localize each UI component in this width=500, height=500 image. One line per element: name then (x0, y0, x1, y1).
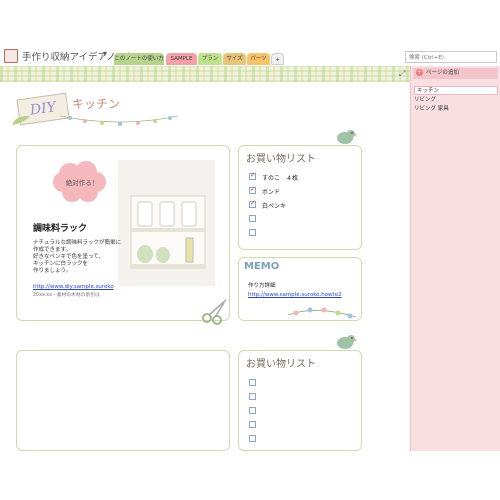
description-line: 作りましょう。 (33, 268, 72, 274)
page-list-pane (410, 66, 500, 451)
idea-card-empty (16, 350, 230, 451)
shopping-checkbox[interactable] (249, 379, 256, 386)
memo-title: MEMO (244, 261, 280, 272)
notebook-icon (4, 49, 18, 63)
item-note: 20xx.xx - 素材の木材の割引は (33, 293, 100, 298)
page-header-pattern (0, 66, 410, 82)
tab-size[interactable]: サイズ (223, 53, 246, 65)
bird-icon (337, 130, 358, 144)
memo-subtitle: 作り方詳細 (248, 283, 276, 289)
tab-parts[interactable]: パーツ (247, 53, 270, 65)
shopping-item-label: すのこ ４枚 (262, 175, 299, 182)
tab-how-to-use[interactable]: このノートの使い方 (114, 53, 164, 65)
shopping-checkbox[interactable] (249, 185, 256, 194)
add-section-button[interactable]: + (271, 53, 284, 65)
scissors-icon (202, 299, 227, 325)
add-page-label: ページの追加 (426, 70, 459, 76)
page-title: キッチン (72, 97, 121, 111)
shopping-checkbox[interactable] (249, 171, 256, 180)
page-bottom (0, 451, 500, 500)
shopping-checkbox[interactable] (249, 393, 256, 400)
tab-plan[interactable]: プラン (198, 53, 222, 65)
page-item-living[interactable]: リビング (414, 96, 436, 105)
shopping-list-title: お買い物リスト (246, 154, 316, 165)
shopping-checkbox[interactable] (249, 435, 256, 442)
spice-rack-image (130, 195, 206, 269)
shopping-checkbox[interactable] (249, 215, 256, 222)
shopping-checkbox[interactable] (249, 407, 256, 414)
plus-icon: + (416, 69, 423, 76)
shopping-item-label: ボンド (262, 189, 281, 196)
bird-icon (337, 335, 358, 349)
floral-decoration (287, 307, 357, 319)
expand-icon[interactable]: ⤢ (399, 69, 405, 79)
shopping-checkbox[interactable] (249, 199, 256, 208)
page-item-kitchen[interactable]: キッチン (414, 86, 498, 95)
item-title: 調味料ラック (33, 224, 88, 234)
shelf-photo (118, 160, 215, 286)
search-input[interactable]: 検索 (Ctrl+E) (405, 51, 497, 63)
badge-label: 絶対作る！ (65, 179, 99, 187)
tab-sample[interactable]: SAMPLE (166, 53, 197, 65)
shopping-list-title: お買い物リスト (246, 359, 316, 370)
shopping-checkbox[interactable] (249, 229, 256, 236)
page-item-living-furniture[interactable]: リビング 家具 (414, 105, 449, 114)
shopping-item-label: 白ペンキ (262, 203, 287, 210)
garland-decoration (60, 115, 179, 126)
add-page-button[interactable]: + ページの追加 (413, 68, 498, 79)
memo-link[interactable]: http://www.sample.suroko.howto2 (248, 292, 342, 298)
leaf-icon (12, 115, 30, 125)
shopping-checkbox[interactable] (249, 421, 256, 428)
item-link[interactable]: http://www.diy.sample.suroko (33, 284, 114, 290)
chevron-down-icon[interactable]: ▾ (103, 49, 107, 58)
